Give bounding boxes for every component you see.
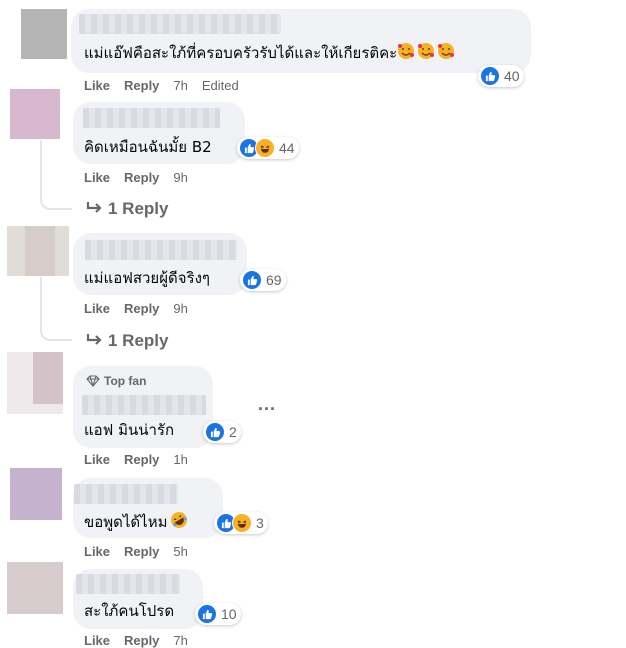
author-name-redacted[interactable] <box>85 240 237 260</box>
diamond-icon <box>86 375 100 387</box>
reply-button[interactable]: Reply <box>124 78 159 93</box>
author-name-redacted[interactable] <box>83 108 220 128</box>
reaction-summary[interactable]: 3 <box>214 512 268 534</box>
avatar[interactable] <box>7 226 69 276</box>
timestamp[interactable]: 9h <box>173 170 187 185</box>
reply-button[interactable]: Reply <box>124 170 159 185</box>
like-button[interactable]: Like <box>84 301 110 316</box>
reply-button[interactable]: Reply <box>124 633 159 648</box>
reply-button[interactable]: Reply <box>124 544 159 559</box>
like-reaction-icon <box>197 604 217 624</box>
reaction-count: 44 <box>279 140 295 156</box>
timestamp[interactable]: 9h <box>173 301 187 316</box>
reaction-count: 2 <box>229 424 237 440</box>
like-button[interactable]: Like <box>84 544 110 559</box>
haha-reaction-icon <box>232 513 252 533</box>
comment-text-content: แม่แอ๊ฟคือสะใภ้ที่ครอบครัวรับได้และให้เก… <box>84 44 398 62</box>
top-fan-label: Top fan <box>104 374 147 388</box>
thread-connector <box>40 140 42 186</box>
view-replies-link[interactable]: 1 Reply <box>86 331 168 351</box>
view-replies-link[interactable]: 1 Reply <box>86 199 168 219</box>
comment-text: แม่แอฟสวยผู้ดีจริงๆ <box>84 269 210 287</box>
reaction-summary[interactable]: 40 <box>478 65 524 87</box>
reaction-summary[interactable]: 2 <box>203 421 241 443</box>
timestamp[interactable]: 7h <box>173 633 187 648</box>
reaction-count: 69 <box>266 272 282 288</box>
author-name-redacted[interactable] <box>74 484 178 504</box>
reply-arrow-icon <box>86 334 102 345</box>
timestamp[interactable]: 7h <box>173 78 187 93</box>
comment-actions: Like Reply 1h <box>84 452 202 467</box>
like-button[interactable]: Like <box>84 78 110 93</box>
timestamp[interactable]: 5h <box>173 544 187 559</box>
comment-text: แม่แอ๊ฟคือสะใภ้ที่ครอบครัวรับได้และให้เก… <box>84 42 457 65</box>
comment-actions: Like Reply 9h <box>84 170 202 185</box>
comment-text: คิดเหมือนฉันมั้ย B2 <box>84 138 212 156</box>
like-reaction-icon <box>205 422 225 442</box>
replies-count-label: 1 Reply <box>108 199 169 218</box>
comment-text: ขอพูดได้ไหม <box>84 511 188 534</box>
avatar[interactable] <box>7 352 63 414</box>
like-reaction-icon <box>480 66 500 86</box>
like-button[interactable]: Like <box>84 170 110 185</box>
like-button[interactable]: Like <box>84 633 110 648</box>
comment-actions: Like Reply 7h Edited <box>84 78 253 93</box>
more-options-icon[interactable]: ... <box>258 394 276 415</box>
like-button[interactable]: Like <box>84 452 110 467</box>
thread-connector <box>40 277 42 317</box>
comment-text: แอฟ มินน่ารัก <box>84 421 175 439</box>
author-name-redacted[interactable] <box>79 14 281 34</box>
comment-actions: Like Reply 7h <box>84 633 202 648</box>
comment-text-content: ขอพูดได้ไหม <box>84 513 168 531</box>
comment-actions: Like Reply 9h <box>84 301 202 316</box>
avatar[interactable] <box>10 89 60 139</box>
thread-connector-curve <box>40 317 72 341</box>
thread-connector-curve <box>40 186 72 210</box>
reaction-summary[interactable]: 69 <box>240 269 286 291</box>
reply-button[interactable]: Reply <box>124 301 159 316</box>
replies-count-label: 1 Reply <box>108 331 169 350</box>
like-reaction-icon <box>242 270 262 290</box>
reply-button[interactable]: Reply <box>124 452 159 467</box>
author-name-redacted[interactable] <box>82 395 206 415</box>
top-fan-badge[interactable]: Top fan <box>86 374 146 388</box>
timestamp[interactable]: 1h <box>173 452 187 467</box>
comment-text: สะใภ้คนโปรด <box>84 602 175 620</box>
edited-label: Edited <box>201 78 239 93</box>
smiling-face-with-hearts-icon <box>397 42 457 65</box>
avatar[interactable] <box>10 468 62 520</box>
rolling-on-floor-laughing-icon <box>170 511 188 534</box>
reaction-count: 10 <box>221 606 237 622</box>
avatar[interactable] <box>21 9 67 59</box>
author-name-redacted[interactable] <box>76 574 180 594</box>
haha-reaction-icon <box>255 138 275 158</box>
reaction-summary[interactable]: 10 <box>195 603 241 625</box>
reaction-count: 40 <box>504 68 520 84</box>
reaction-summary[interactable]: 44 <box>237 137 299 159</box>
reply-arrow-icon <box>86 202 102 213</box>
comment-actions: Like Reply 5h <box>84 544 202 559</box>
reaction-count: 3 <box>256 515 264 531</box>
avatar[interactable] <box>7 562 63 614</box>
